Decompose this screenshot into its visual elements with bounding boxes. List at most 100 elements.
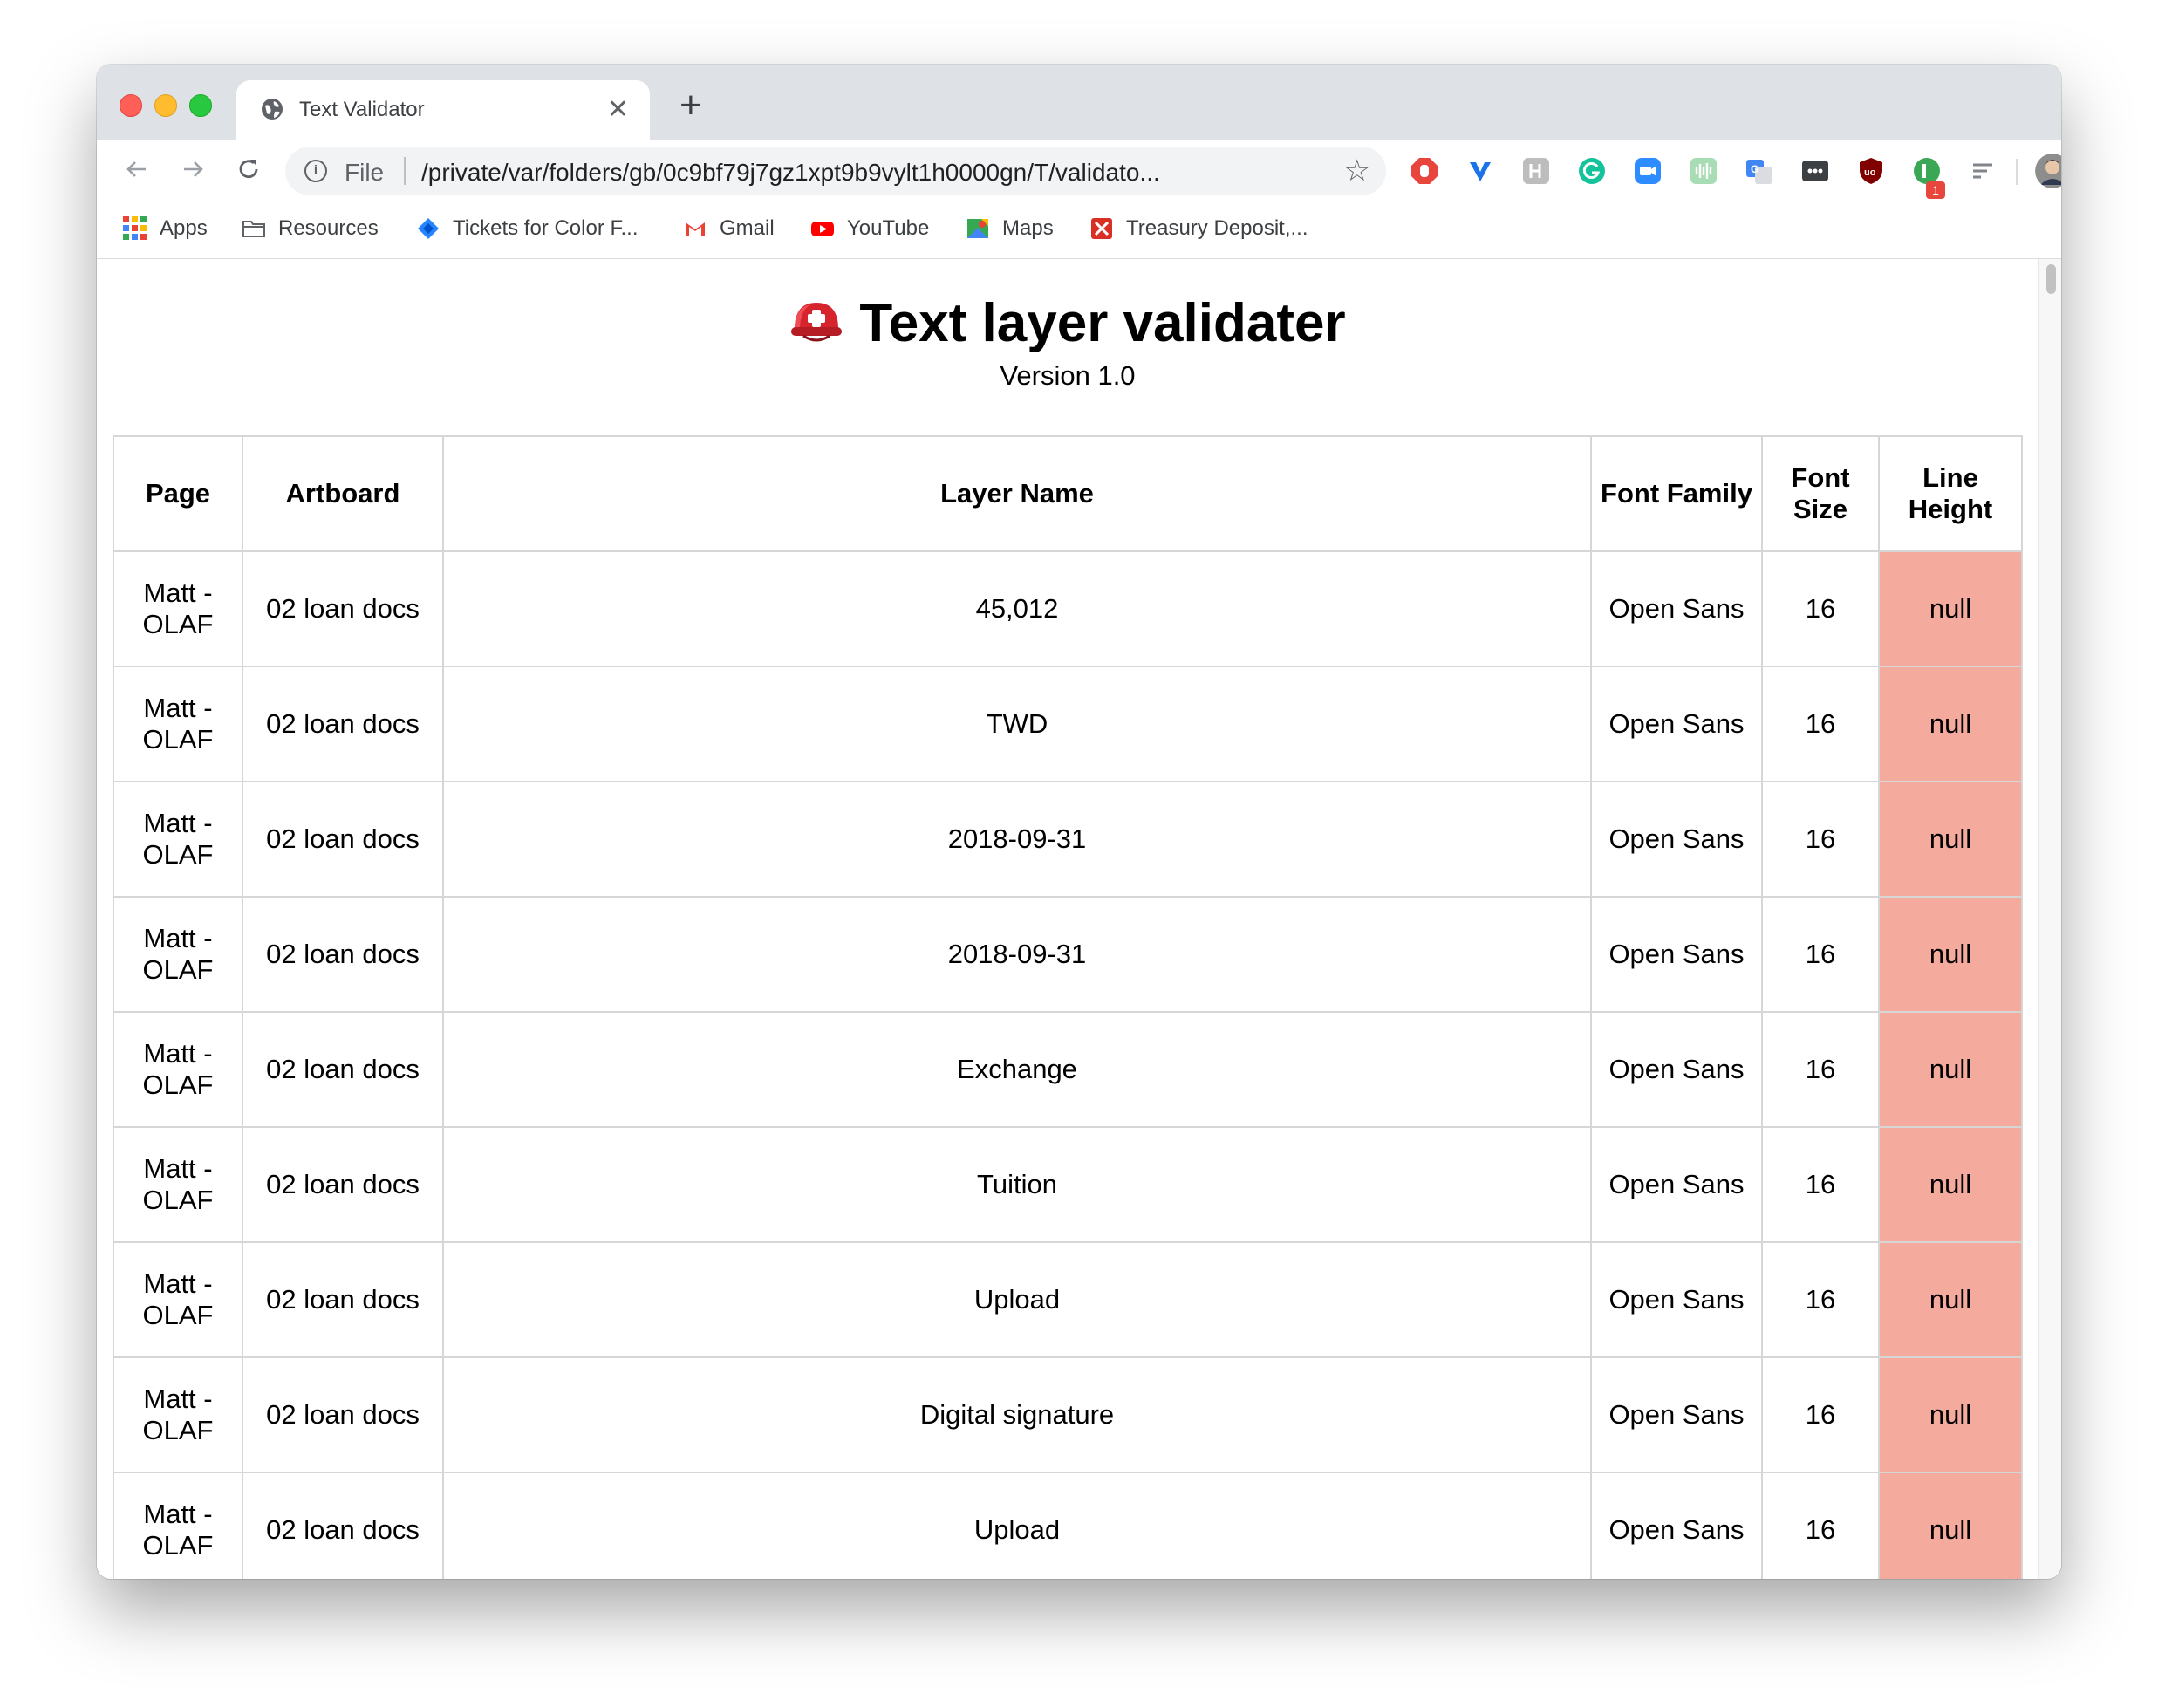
close-window-button[interactable] [120, 94, 142, 117]
table-row: Matt - OLAF 02 loan docs Digital signatu… [113, 1356, 2023, 1473]
cell-layer-name: Exchange [442, 1011, 1592, 1128]
cell-layer-name: Tuition [442, 1126, 1592, 1243]
tab-text-validator[interactable]: Text Validator ✕ [236, 80, 650, 140]
vertical-scrollbar[interactable] [2038, 259, 2061, 1579]
tab-close-icon[interactable]: ✕ [607, 92, 629, 127]
cell-line-height: null [1878, 896, 2023, 1013]
bookmark-resources[interactable]: Resources [242, 215, 379, 243]
table-body: Matt - OLAF 02 loan docs 45,012 Open San… [113, 550, 2023, 1579]
cell-page: Matt - OLAF [113, 1241, 243, 1358]
page-heading: Text layer validater [97, 290, 2038, 357]
cell-layer-name: 2018-09-31 [442, 781, 1592, 898]
bookmark-gmail[interactable]: Gmail [683, 215, 775, 243]
hexo-extension-icon[interactable] [1522, 157, 1550, 185]
cell-line-height: null [1878, 781, 2023, 898]
treasury-icon [1091, 218, 1112, 239]
cell-artboard: 02 loan docs [242, 1356, 444, 1473]
cell-artboard: 02 loan docs [242, 550, 444, 667]
cell-line-height: null [1878, 1011, 2023, 1128]
info-icon[interactable]: i [304, 160, 327, 182]
table-row: Matt - OLAF 02 loan docs Tuition Open Sa… [113, 1126, 2023, 1243]
bookmark-maps[interactable]: Maps [966, 215, 1054, 243]
cell-line-height: null [1878, 1241, 2023, 1358]
column-header-page: Page [113, 435, 243, 552]
gmail-icon [686, 222, 705, 236]
table-row: Matt - OLAF 02 loan docs TWD Open Sans 1… [113, 666, 2023, 782]
lastpass-extension-icon[interactable] [1801, 157, 1829, 185]
browser-window: Text Validator ✕ + i File /private/var/f… [97, 65, 2061, 1579]
cell-layer-name: Digital signature [442, 1356, 1592, 1473]
version-label: Version 1.0 [1000, 360, 1136, 391]
back-button[interactable] [118, 150, 156, 188]
jira-icon [418, 218, 439, 239]
cell-font-family: Open Sans [1590, 896, 1763, 1013]
google-translate-extension-icon[interactable]: G [1745, 157, 1773, 185]
url-text[interactable]: /private/var/folders/gb/0c9bf79j7gz1xpt9… [421, 159, 1160, 187]
vimium-extension-icon[interactable] [1466, 157, 1494, 185]
reader-lines-extension-icon[interactable] [1969, 157, 1997, 185]
scheme-label: File [345, 159, 385, 186]
tab-title: Text Validator [299, 98, 425, 121]
cell-artboard: 02 loan docs [242, 666, 444, 782]
cell-font-size: 16 [1761, 1356, 1880, 1473]
cell-font-size: 16 [1761, 666, 1880, 782]
globe-icon [262, 99, 283, 120]
cell-font-size: 16 [1761, 781, 1880, 898]
cell-font-family: Open Sans [1590, 1472, 1763, 1579]
cell-font-family: Open Sans [1590, 1011, 1763, 1128]
table-row: Matt - OLAF 02 loan docs Upload Open San… [113, 1472, 2023, 1579]
cell-page: Matt - OLAF [113, 896, 243, 1013]
address-bar[interactable]: i File /private/var/folders/gb/0c9bf79j7… [285, 147, 1386, 195]
page-title: Text layer validater [859, 293, 1346, 353]
bookmark-treasury[interactable]: Treasury Deposit,... [1089, 215, 1308, 243]
cell-line-height: null [1878, 550, 2023, 667]
reload-icon [239, 160, 258, 179]
bookmarks-bar: Apps Resources Tickets for Color F... Gm… [97, 201, 2061, 259]
cell-font-size: 16 [1761, 1011, 1880, 1128]
cell-layer-name: Upload [442, 1472, 1592, 1579]
extension-badge: 1 [1926, 181, 1945, 199]
table-row: Matt - OLAF 02 loan docs Upload Open San… [113, 1241, 2023, 1358]
cell-artboard: 02 loan docs [242, 896, 444, 1013]
bookmark-star-icon[interactable]: ☆ [1344, 154, 1370, 188]
cell-font-size: 16 [1761, 1241, 1880, 1358]
bookmark-label: Gmail [720, 216, 775, 240]
new-tab-button[interactable]: + [679, 84, 702, 127]
ublock-extension-icon[interactable]: uo [1857, 157, 1885, 185]
table-row: Matt - OLAF 02 loan docs Exchange Open S… [113, 1011, 2023, 1128]
bookmark-tickets[interactable]: Tickets for Color F... [416, 215, 638, 243]
profile-avatar[interactable] [2035, 154, 2061, 188]
bookmark-apps[interactable]: Apps [123, 215, 208, 243]
column-header-layer-name: Layer Name [442, 435, 1592, 552]
cell-artboard: 02 loan docs [242, 1126, 444, 1243]
bookmark-label: Tickets for Color F... [453, 216, 639, 240]
cell-font-size: 16 [1761, 1472, 1880, 1579]
cell-page: Matt - OLAF [113, 666, 243, 782]
cell-line-height: null [1878, 666, 2023, 782]
audio-wave-extension-icon[interactable] [1690, 157, 1718, 185]
cell-artboard: 02 loan docs [242, 1241, 444, 1358]
cell-font-family: Open Sans [1590, 781, 1763, 898]
reload-button[interactable] [229, 150, 268, 188]
adblock-extension-icon[interactable] [1410, 157, 1438, 185]
column-header-font-family: Font Family [1590, 435, 1763, 552]
zoom-extension-icon[interactable] [1634, 157, 1662, 185]
cell-page: Matt - OLAF [113, 1126, 243, 1243]
cell-layer-name: Upload [442, 1241, 1592, 1358]
column-header-line-height: Line Height [1878, 435, 2023, 552]
grammarly-extension-icon[interactable] [1578, 157, 1606, 185]
bookmark-youtube[interactable]: YouTube [810, 215, 929, 243]
cell-page: Matt - OLAF [113, 1356, 243, 1473]
forward-button[interactable] [174, 150, 212, 188]
tab-strip: Text Validator ✕ + [97, 65, 2061, 140]
arrow-left-icon [126, 161, 146, 177]
cell-page: Matt - OLAF [113, 781, 243, 898]
bookmark-label: Maps [1002, 216, 1054, 240]
cell-font-size: 16 [1761, 896, 1880, 1013]
minimize-window-button[interactable] [154, 94, 177, 117]
toolbar: i File /private/var/folders/gb/0c9bf79j7… [97, 140, 2061, 201]
bookmark-label: YouTube [847, 216, 930, 240]
scrollbar-thumb[interactable] [2046, 264, 2056, 294]
column-header-artboard: Artboard [242, 435, 444, 552]
maximize-window-button[interactable] [189, 94, 212, 117]
